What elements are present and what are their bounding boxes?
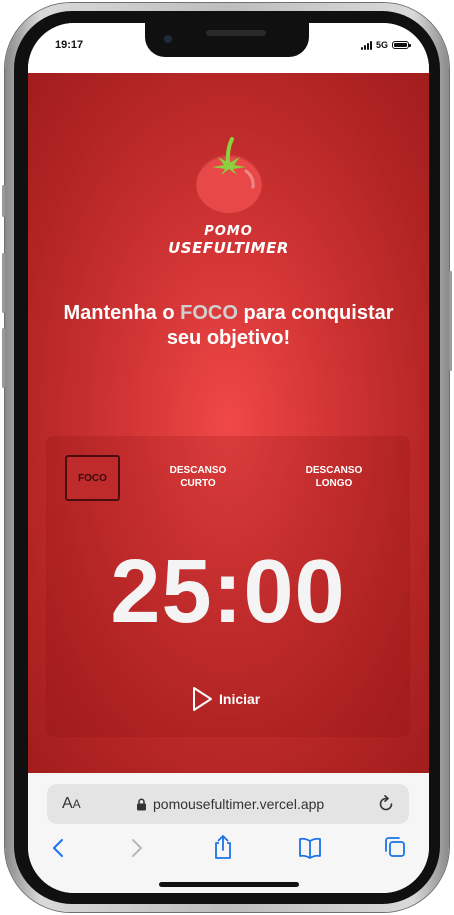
notch bbox=[145, 23, 309, 57]
share-icon[interactable] bbox=[212, 834, 234, 860]
status-indicators: 5G bbox=[360, 40, 411, 50]
text-size-big: A bbox=[62, 795, 73, 812]
earpiece-speaker bbox=[206, 30, 266, 36]
tab-descanso-longo-line2: LONGO bbox=[315, 478, 353, 489]
tab-descanso-longo[interactable]: DESCANSO LONGO bbox=[296, 455, 372, 499]
power-button bbox=[449, 271, 452, 371]
url-text: pomousefultimer.vercel.app bbox=[153, 796, 325, 812]
reload-icon[interactable] bbox=[377, 795, 395, 813]
tomato-icon bbox=[195, 137, 263, 215]
signal-bars-icon bbox=[360, 40, 372, 50]
status-bar: 19:17 5G bbox=[28, 23, 429, 73]
start-button[interactable]: Iniciar bbox=[191, 686, 260, 712]
tabs-icon[interactable] bbox=[384, 836, 406, 858]
timer-display: 25:00 bbox=[110, 542, 346, 642]
tab-descanso-curto[interactable]: DESCANSO CURTO bbox=[160, 455, 236, 499]
volume-down-button bbox=[2, 328, 5, 388]
headline: Mantenha o FOCO para conquistar seu obje… bbox=[48, 301, 409, 351]
text-size-small: A bbox=[72, 797, 81, 811]
bookmarks-icon[interactable] bbox=[298, 837, 322, 859]
headline-highlight: FOCO bbox=[180, 302, 238, 324]
forward-icon[interactable] bbox=[129, 838, 145, 858]
logo-title-line2: USEFULTIMER bbox=[168, 239, 289, 257]
address-bar[interactable]: AA pomousefultimer.vercel.app bbox=[47, 784, 409, 824]
headline-before: Mantenha o bbox=[63, 302, 181, 324]
browser-bar: AA pomousefultimer.vercel.app bbox=[28, 773, 429, 893]
start-button-label: Iniciar bbox=[219, 691, 261, 707]
status-time: 19:17 bbox=[55, 39, 84, 51]
tab-descanso-longo-line1: DESCANSO bbox=[305, 465, 363, 476]
tab-descanso-curto-line2: CURTO bbox=[180, 478, 216, 489]
battery-icon bbox=[392, 41, 411, 49]
play-icon bbox=[193, 687, 212, 711]
text-size-button[interactable]: AA bbox=[62, 795, 81, 813]
action-button bbox=[2, 185, 5, 217]
home-indicator bbox=[159, 882, 299, 887]
network-type: 5G bbox=[375, 40, 388, 50]
tab-descanso-curto-line1: DESCANSO bbox=[169, 465, 227, 476]
logo-title-line1: POMO bbox=[204, 224, 253, 239]
app-main: POMO USEFULTIMER Mantenha o FOCO para co… bbox=[28, 73, 429, 773]
tab-foco[interactable]: FOCO bbox=[65, 455, 120, 501]
timer-card: FOCO DESCANSO CURTO DESCANSO LONGO 25:00 bbox=[46, 436, 410, 737]
front-camera bbox=[164, 35, 172, 43]
lock-icon bbox=[137, 798, 146, 811]
phone-screen: 19:17 5G POMO USEFULTIMER Mantenha o FOC… bbox=[28, 23, 429, 893]
tab-foco-label: FOCO bbox=[78, 472, 107, 484]
volume-up-button bbox=[2, 253, 5, 313]
back-icon[interactable] bbox=[50, 838, 66, 858]
